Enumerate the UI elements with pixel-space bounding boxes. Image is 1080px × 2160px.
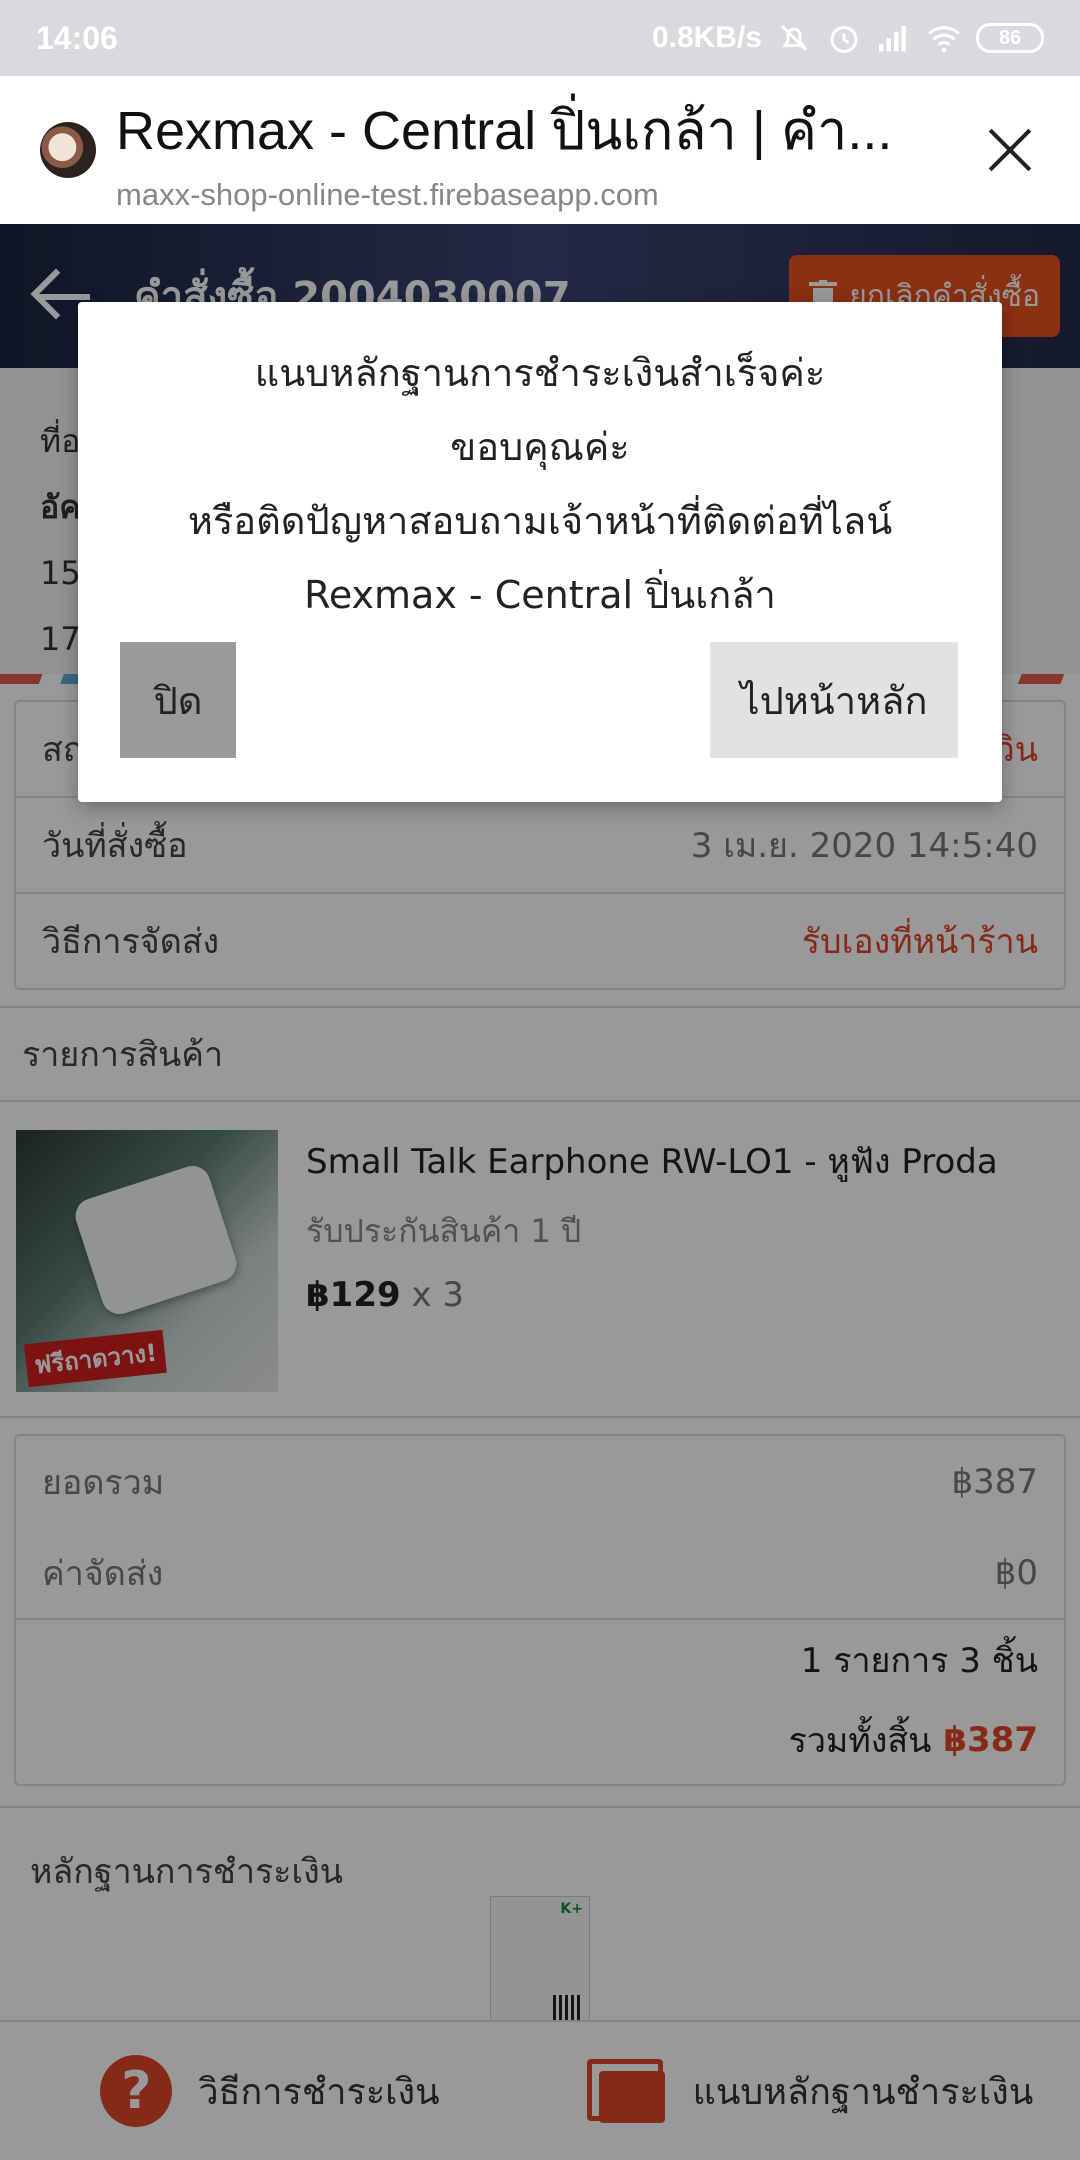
close-icon[interactable] [980, 120, 1040, 180]
status-bar: 14:06 0.8KB/s 86 [0, 0, 1080, 76]
browser-header: Rexmax - Central ปิ่นเกล้า | คำ... maxx-… [0, 76, 1080, 224]
mute-icon [780, 24, 808, 52]
battery-icon: 86 [976, 23, 1044, 53]
status-time: 14:06 [36, 19, 118, 56]
go-home-button[interactable]: ไปหน้าหลัก [710, 642, 958, 758]
dialog-line: ขอบคุณค่ะ [450, 425, 630, 469]
dialog-line: หรือติดปัญหาสอบถามเจ้าหน้าที่ติดต่อที่ไล… [187, 499, 893, 543]
browser-titles: Rexmax - Central ปิ่นเกล้า | คำ... maxx-… [116, 87, 950, 213]
site-favicon [40, 122, 96, 178]
browser-url: maxx-shop-online-test.firebaseapp.com [116, 177, 659, 212]
wifi-icon [928, 26, 960, 53]
alarm-icon [830, 26, 858, 53]
browser-title: Rexmax - Central ปิ่นเกล้า | คำ... [116, 101, 893, 161]
dialog-message: แนบหลักฐานการชำระเงินสำเร็จค่ะ ขอบคุณค่ะ… [78, 302, 1002, 632]
signal-icon [879, 26, 906, 52]
status-right: 0.8KB/s 86 [652, 20, 1044, 56]
dialog-close-button[interactable]: ปิด [120, 642, 236, 758]
dialog-line: Rexmax - Central ปิ่นเกล้า [304, 573, 776, 617]
dialog-line: แนบหลักฐานการชำระเงินสำเร็จค่ะ [254, 351, 826, 395]
success-dialog: แนบหลักฐานการชำระเงินสำเร็จค่ะ ขอบคุณค่ะ… [78, 302, 1002, 802]
network-speed: 0.8KB/s [651, 21, 762, 54]
